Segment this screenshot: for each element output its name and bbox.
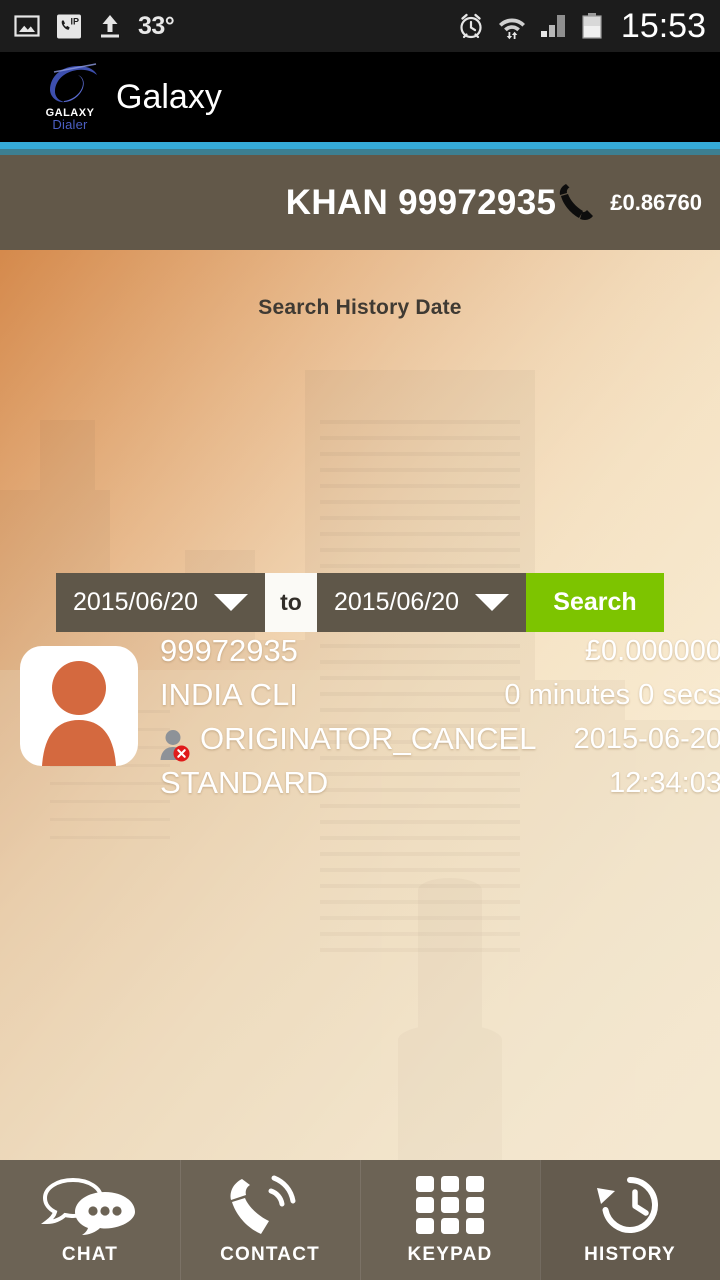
chevron-down-icon xyxy=(214,594,249,611)
svg-text:IP: IP xyxy=(71,16,80,26)
account-bar: KHAN 99972935 £0.86760 xyxy=(0,155,720,250)
until-date-dropdown[interactable]: 2015/06/20 xyxy=(317,573,526,632)
upload-icon xyxy=(101,15,119,38)
nav-item-chat[interactable]: CHAT xyxy=(0,1160,180,1280)
account-name: KHAN 99972935 xyxy=(285,182,557,222)
call-status-text: ORIGINATOR_CANCEL xyxy=(200,721,537,756)
search-button[interactable]: Search xyxy=(526,573,664,632)
until-date-value: 2015/06/20 xyxy=(333,588,460,616)
call-date: 2015-06-20 xyxy=(573,723,720,755)
battery-icon xyxy=(582,13,602,39)
logo-dialer-text: Dialer xyxy=(52,117,88,132)
search-panel-title: Search History Date xyxy=(258,296,462,319)
to-separator-label: to xyxy=(265,573,317,632)
call-history-row[interactable]: 99972935 INDIA CLI ORIGINATOR_CANCEL STA… xyxy=(0,633,720,800)
app-title: Galaxy xyxy=(116,77,222,116)
status-bar-left-icons: IP 33° xyxy=(14,11,175,41)
image-icon xyxy=(14,15,40,37)
nav-label-keypad: KEYPAD xyxy=(407,1244,493,1265)
chat-bubbles-icon xyxy=(40,1177,135,1235)
call-row-primary-details: 99972935 INDIA CLI ORIGINATOR_CANCEL STA… xyxy=(160,629,536,805)
phone-ringing-icon xyxy=(230,1175,296,1234)
call-history-list: 99972935 INDIA CLI ORIGINATOR_CANCEL STA… xyxy=(0,633,720,800)
call-status-row: ORIGINATOR_CANCEL xyxy=(160,717,537,762)
nav-label-contact: CONTACT xyxy=(220,1244,320,1265)
status-bar: IP 33° 15:53 xyxy=(0,0,720,52)
call-cost: £0.000000 xyxy=(584,635,720,667)
wifi-transfer-icon xyxy=(498,18,525,40)
signal-icon xyxy=(540,15,565,37)
call-time: 12:34:03 xyxy=(609,767,720,799)
keypad-grid-icon xyxy=(416,1176,484,1234)
app-title-bar: GALAXY Dialer Galaxy xyxy=(0,52,720,142)
missed-call-contact-icon xyxy=(160,730,190,762)
phone-handset-icon[interactable] xyxy=(552,178,598,228)
call-plan: STANDARD xyxy=(160,765,329,800)
person-avatar-icon xyxy=(20,646,138,766)
accent-divider-bright xyxy=(0,142,720,149)
chevron-down-icon xyxy=(475,594,510,611)
history-clock-icon xyxy=(597,1177,658,1233)
status-bar-clock: 15:53 xyxy=(620,6,706,45)
status-bar-right-icons: 15:53 xyxy=(457,7,706,46)
call-number: 99972935 xyxy=(160,633,298,668)
search-controls-row: 2015/06/20 to 2015/06/20 Search xyxy=(56,573,664,632)
search-history-panel: Search History Date 2015/06/20 to 2015/0… xyxy=(0,250,720,632)
from-date-value: 2015/06/20 xyxy=(72,588,199,616)
nav-item-keypad[interactable]: KEYPAD xyxy=(360,1160,540,1280)
bottom-navigation-bar: CHAT CONTACT KEYPAD HISTORY xyxy=(0,1160,720,1280)
alarm-icon xyxy=(460,13,482,39)
nav-item-contact[interactable]: CONTACT xyxy=(180,1160,360,1280)
main-content: Search History Date 2015/06/20 to 2015/0… xyxy=(0,250,720,1160)
nav-label-history: HISTORY xyxy=(584,1244,676,1265)
galaxy-dialer-logo-icon: GALAXY Dialer xyxy=(38,62,102,132)
nav-item-history[interactable]: HISTORY xyxy=(540,1160,720,1280)
from-date-dropdown[interactable]: 2015/06/20 xyxy=(56,573,265,632)
call-duration: 0 minutes 0 secs xyxy=(504,679,720,711)
account-balance: £0.86760 xyxy=(610,189,702,215)
call-route: INDIA CLI xyxy=(160,677,298,712)
ip-call-icon: IP xyxy=(57,14,81,38)
temperature-indicator: 33° xyxy=(138,11,175,40)
nav-label-chat: CHAT xyxy=(61,1244,119,1265)
call-row-secondary-details: £0.000000 0 minutes 0 secs 2015-06-20 12… xyxy=(504,629,720,805)
